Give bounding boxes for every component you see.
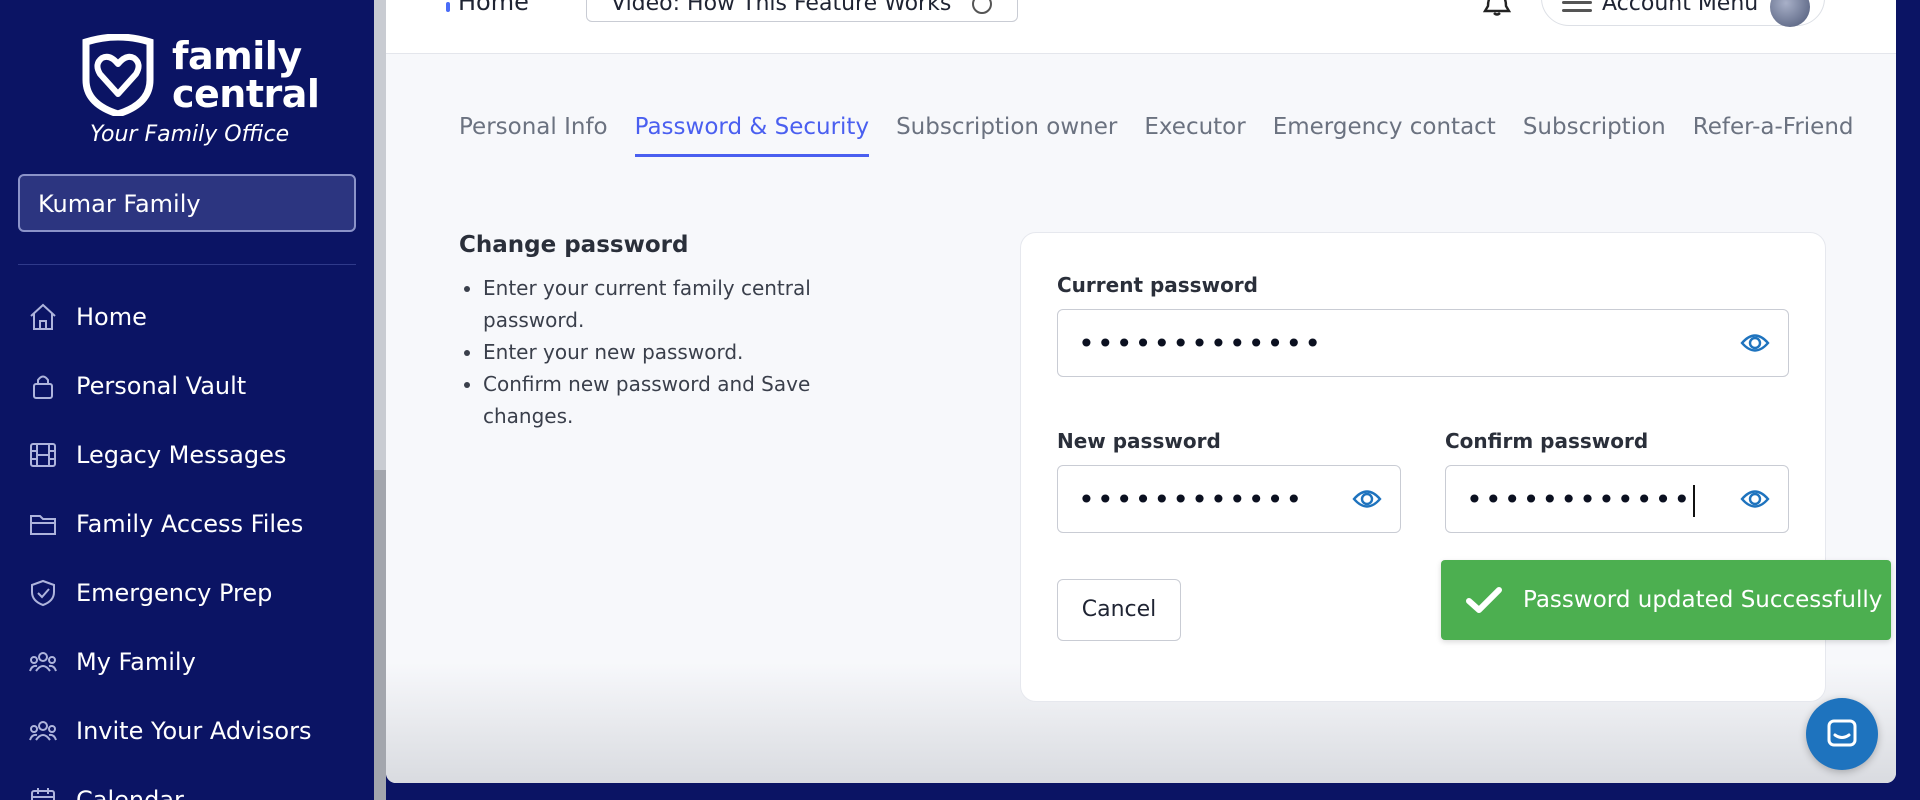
sidebar-item-label: Legacy Messages [76, 440, 287, 469]
settings-tabs: Personal Info Password & Security Subscr… [459, 114, 1881, 157]
sidebar-item-personal-vault[interactable]: Personal Vault [0, 351, 374, 420]
sidebar-item-family-access-files[interactable]: Family Access Files [0, 489, 374, 558]
sidebar-item-emergency-prep[interactable]: Emergency Prep [0, 558, 374, 627]
tab-password-security[interactable]: Password & Security [634, 114, 870, 157]
sidebar-item-invite-your-advisors[interactable]: Invite Your Advisors [0, 696, 374, 765]
tab-subscription[interactable]: Subscription [1523, 114, 1666, 157]
change-password-help: Change password Enter your current famil… [459, 232, 839, 432]
tab-emergency-contact[interactable]: Emergency contact [1273, 114, 1496, 157]
sidebar-item-label: Personal Vault [76, 371, 247, 400]
current-password-value: ••••••••••••• [1078, 327, 1324, 360]
account-menu-button[interactable]: Account Menu [1541, 0, 1825, 27]
chat-launcher-button[interactable] [1806, 698, 1878, 770]
brand-name-line1: family [172, 34, 302, 78]
cancel-button[interactable]: Cancel [1057, 579, 1181, 641]
eye-icon[interactable] [1740, 486, 1770, 512]
breadcrumb-home[interactable]: Home [446, 0, 529, 16]
list-item: Confirm new password and Save changes. [483, 368, 839, 432]
lock-icon [33, 375, 53, 399]
success-toast[interactable]: Password updated Successfully [1441, 560, 1891, 640]
sidebar-divider [18, 264, 356, 265]
sidebar-item-home[interactable]: Home [0, 282, 374, 351]
scrollbar-thumb[interactable] [374, 470, 386, 800]
page-scrollbar[interactable] [1896, 0, 1920, 800]
new-password-value: •••••••••••• [1078, 483, 1305, 516]
sidebar-scrollbar[interactable] [374, 0, 386, 800]
chat-icon [1827, 719, 1857, 747]
new-password-field[interactable]: •••••••••••• [1057, 465, 1401, 533]
sidebar-item-legacy-messages[interactable]: Legacy Messages [0, 420, 374, 489]
current-password-field[interactable]: ••••••••••••• [1057, 309, 1789, 377]
sidebar-item-label: My Family [76, 647, 196, 676]
help-steps: Enter your current family central passwo… [459, 272, 839, 432]
checkmark-icon [1466, 587, 1502, 613]
video-help-label: Video: How This Feature Works [611, 0, 952, 16]
film-icon [30, 442, 56, 467]
list-item: Enter your new password. [483, 336, 839, 368]
home-icon [30, 303, 56, 330]
main-panel: Home Video: How This Feature Works Accou… [386, 0, 1896, 783]
new-password-label: New password [1057, 429, 1221, 453]
eye-icon[interactable] [1352, 486, 1382, 512]
users-icon [29, 651, 57, 672]
brand-logo[interactable]: family central Your Family Office [78, 34, 320, 154]
users-icon [29, 720, 57, 741]
sidebar-item-my-family[interactable]: My Family [0, 627, 374, 696]
tab-subscription-owner[interactable]: Subscription owner [896, 114, 1117, 157]
avatar [1770, 0, 1810, 27]
list-item: Enter your current family central passwo… [483, 272, 839, 336]
bell-icon[interactable] [1482, 0, 1512, 16]
sidebar-item-label: Calendar [76, 785, 184, 800]
family-selector[interactable]: Kumar Family [18, 174, 356, 232]
folder-icon [30, 514, 56, 535]
brand-name-line2: central [172, 72, 320, 116]
confirm-password-value: •••••••••••• [1466, 483, 1693, 516]
hamburger-icon [1562, 1, 1592, 17]
help-title: Change password [459, 232, 689, 258]
heart-shield-logo-icon [82, 34, 154, 116]
account-menu-label: Account Menu [1602, 0, 1759, 16]
top-bar: Home Video: How This Feature Works Accou… [386, 0, 1896, 54]
tab-refer-a-friend[interactable]: Refer-a-Friend [1693, 114, 1854, 157]
sidebar-item-label: Home [76, 302, 147, 331]
current-password-label: Current password [1057, 273, 1258, 297]
sidebar-item-label: Family Access Files [76, 509, 304, 538]
shield-check-icon [31, 579, 55, 606]
sidebar-item-label: Emergency Prep [76, 578, 273, 607]
info-circle-icon [972, 0, 993, 14]
brand-tagline: Your Family Office [90, 122, 290, 147]
text-caret [1693, 485, 1696, 517]
sidebar: family central Your Family Office Kumar … [0, 0, 374, 800]
sidebar-item-calendar[interactable]: Calendar [0, 765, 374, 800]
tab-personal-info[interactable]: Personal Info [459, 114, 608, 157]
sidebar-nav: Home Personal Vault Legacy Messages Fami… [0, 282, 374, 800]
tab-executor[interactable]: Executor [1144, 114, 1245, 157]
sidebar-item-label: Invite Your Advisors [76, 716, 312, 745]
confirm-password-label: Confirm password [1445, 429, 1649, 453]
calendar-icon [31, 787, 55, 800]
confirm-password-field[interactable]: •••••••••••• [1445, 465, 1789, 533]
eye-icon[interactable] [1740, 330, 1770, 356]
video-help-button[interactable]: Video: How This Feature Works [586, 0, 1018, 22]
toast-message: Password updated Successfully [1523, 587, 1883, 613]
